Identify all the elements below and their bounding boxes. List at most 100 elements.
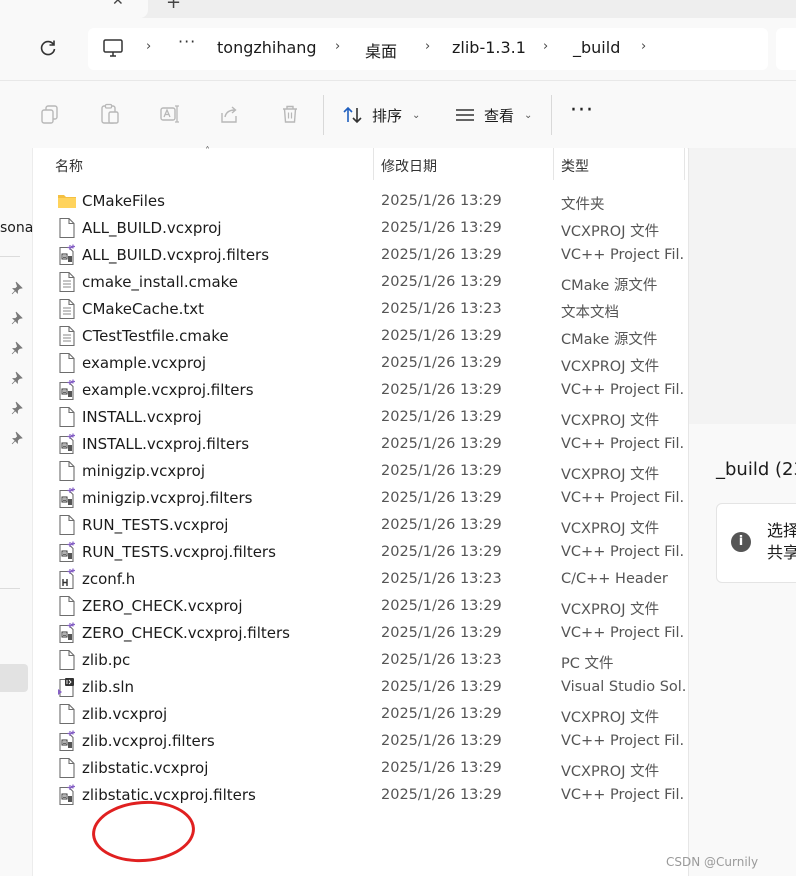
breadcrumb-separator-icon[interactable]: › xyxy=(543,39,548,54)
file-row[interactable]: example.vcxproj 2025/1/26 13:29 VCXPROJ 文件 xyxy=(33,350,687,377)
rename-icon[interactable] xyxy=(159,103,181,125)
file-icon xyxy=(57,352,77,374)
pin-icon[interactable] xyxy=(11,311,25,325)
file-icon-graphic xyxy=(59,406,75,428)
file-modified-date: 2025/1/26 13:23 xyxy=(381,652,502,668)
file-name[interactable]: CMakeCache.txt xyxy=(82,300,204,318)
file-row[interactable]: CMakeFiles 2025/1/26 13:29 文件夹 xyxy=(33,188,687,215)
breadcrumb-separator-icon[interactable]: › xyxy=(425,39,430,54)
file-row[interactable]: CTestTestfile.cmake 2025/1/26 13:29 CMake … xyxy=(33,323,687,350)
file-row[interactable]: ALL_BUILD.vcxproj 2025/1/26 13:29 VCXPROJ … xyxy=(33,215,687,242)
delete-icon[interactable] xyxy=(279,103,301,125)
file-name[interactable]: ZERO_CHECK.vcxproj xyxy=(82,597,243,615)
new-tab-icon[interactable]: + xyxy=(166,0,181,13)
vc-filters-icon-graphic xyxy=(59,379,75,401)
file-row[interactable]: CMakeCache.txt 2025/1/26 13:23 文本文档 xyxy=(33,296,687,323)
file-name[interactable]: ALL_BUILD.vcxproj xyxy=(82,219,222,237)
file-name[interactable]: zlib.vcxproj xyxy=(82,705,167,723)
file-name[interactable]: zlibstatic.vcxproj.filters xyxy=(82,786,256,804)
view-button[interactable]: 查看 ⌄ xyxy=(454,103,532,127)
file-type: VCXPROJ 文件 xyxy=(561,602,660,618)
file-row[interactable]: RUN_TESTS.vcxproj 2025/1/26 13:29 VCXPROJ … xyxy=(33,512,687,539)
file-name[interactable]: example.vcxproj.filters xyxy=(82,381,254,399)
file-row[interactable]: ZERO_CHECK.vcxproj 2025/1/26 13:29 VCXPROJ… xyxy=(33,593,687,620)
breadcrumb-user[interactable]: tongzhihang xyxy=(217,38,317,57)
file-row[interactable]: INSTALL.vcxproj 2025/1/26 13:29 VCXPROJ 文件 xyxy=(33,404,687,431)
file-name[interactable]: cmake_install.cmake xyxy=(82,273,238,291)
file-name[interactable]: RUN_TESTS.vcxproj xyxy=(82,516,228,534)
column-header-type[interactable]: 类型 xyxy=(561,156,589,176)
share-icon[interactable] xyxy=(219,103,241,125)
file-name[interactable]: ALL_BUILD.vcxproj.filters xyxy=(82,246,269,264)
file-row[interactable]: cmake_install.cmake 2025/1/26 13:29 CMake … xyxy=(33,269,687,296)
text-file-icon-graphic xyxy=(59,298,75,320)
breadcrumb-separator-icon[interactable]: › xyxy=(641,39,646,54)
details-pane: _build (23 i 选择 共享 xyxy=(688,148,796,876)
file-name[interactable]: example.vcxproj xyxy=(82,354,206,372)
breadcrumb-build[interactable]: _build xyxy=(573,38,620,57)
file-name[interactable]: minigzip.vcxproj.filters xyxy=(82,489,253,507)
file-name[interactable]: zlibstatic.vcxproj xyxy=(82,759,208,777)
file-type: VC++ Project Fil... xyxy=(561,382,685,398)
breadcrumb-separator-icon[interactable]: › xyxy=(146,39,151,54)
file-name[interactable]: ZERO_CHECK.vcxproj.filters xyxy=(82,624,290,642)
column-divider[interactable] xyxy=(553,148,554,180)
file-row[interactable]: ALL_BUILD.vcxproj.filters 2025/1/26 13:29… xyxy=(33,242,687,269)
active-tab[interactable]: ✕ xyxy=(0,0,148,18)
text-file-icon xyxy=(57,271,77,293)
file-list: ˄ 名称 修改日期 类型 CMakeFiles 2025/1/26 13:29 文件… xyxy=(33,146,687,876)
file-row[interactable]: RUN_TESTS.vcxproj.filters 2025/1/26 13:29… xyxy=(33,539,687,566)
column-divider[interactable] xyxy=(684,148,685,180)
nav-divider xyxy=(0,588,20,589)
pin-icon[interactable] xyxy=(11,431,25,445)
copy-icon[interactable] xyxy=(39,103,61,125)
pin-icon[interactable] xyxy=(11,401,25,415)
column-header-date[interactable]: 修改日期 xyxy=(381,156,437,176)
file-name[interactable]: RUN_TESTS.vcxproj.filters xyxy=(82,543,276,561)
file-row[interactable]: ZERO_CHECK.vcxproj.filters 2025/1/26 13:2… xyxy=(33,620,687,647)
vc-filters-icon-graphic xyxy=(59,433,75,455)
text-file-icon xyxy=(57,298,77,320)
file-name[interactable]: CTestTestfile.cmake xyxy=(82,327,229,345)
file-icon-graphic xyxy=(59,514,75,536)
file-row[interactable]: zlib.vcxproj 2025/1/26 13:29 VCXPROJ 文件 xyxy=(33,701,687,728)
file-row[interactable]: example.vcxproj.filters 2025/1/26 13:29 VC… xyxy=(33,377,687,404)
file-row[interactable]: zlibstatic.vcxproj 2025/1/26 13:29 VCXPROJ… xyxy=(33,755,687,782)
sort-button[interactable]: 排序 ⌄ xyxy=(342,103,420,127)
file-row[interactable]: minigzip.vcxproj.filters 2025/1/26 13:29 V… xyxy=(33,485,687,512)
column-header-name[interactable]: 名称 xyxy=(55,156,83,176)
file-name[interactable]: INSTALL.vcxproj.filters xyxy=(82,435,249,453)
file-name[interactable]: INSTALL.vcxproj xyxy=(82,408,202,426)
close-tab-icon[interactable]: ✕ xyxy=(112,0,124,9)
this-pc-icon[interactable] xyxy=(102,38,124,58)
breadcrumb-zlib[interactable]: zlib-1.3.1 xyxy=(452,38,526,57)
file-name[interactable]: CMakeFiles xyxy=(82,192,165,210)
file-row[interactable]: zlib.pc 2025/1/26 13:23 PC 文件 xyxy=(33,647,687,674)
more-options-button[interactable]: ··· xyxy=(570,100,594,122)
pin-icon[interactable] xyxy=(11,341,25,355)
pin-icon[interactable] xyxy=(11,281,25,295)
paste-icon[interactable] xyxy=(99,103,121,125)
file-name[interactable]: minigzip.vcxproj xyxy=(82,462,205,480)
pin-icon[interactable] xyxy=(11,371,25,385)
breadcrumb-desktop[interactable]: 桌面 xyxy=(365,38,397,62)
column-divider[interactable] xyxy=(373,148,374,180)
file-name[interactable]: zlib.vcxproj.filters xyxy=(82,732,215,750)
file-row[interactable]: zlib.sln 2025/1/26 13:29 Visual Studio Sol… xyxy=(33,674,687,701)
file-row[interactable]: zconf.h 2025/1/26 13:23 C/C++ Header xyxy=(33,566,687,593)
file-name[interactable]: zlib.pc xyxy=(82,651,130,669)
file-type: 文本文档 xyxy=(561,305,619,321)
file-row[interactable]: zlib.vcxproj.filters 2025/1/26 13:29 VC++ … xyxy=(33,728,687,755)
breadcrumb-separator-icon[interactable]: › xyxy=(335,39,340,54)
file-name[interactable]: zconf.h xyxy=(82,570,135,588)
file-name[interactable]: zlib.sln xyxy=(82,678,134,696)
file-row[interactable]: minigzip.vcxproj 2025/1/26 13:29 VCXPROJ 文… xyxy=(33,458,687,485)
refresh-icon[interactable] xyxy=(38,38,58,58)
nav-item-personal[interactable]: sona xyxy=(0,220,33,236)
search-box[interactable] xyxy=(776,28,796,70)
breadcrumb-overflow-button[interactable]: ··· xyxy=(178,32,196,51)
toolbar-divider xyxy=(551,95,552,135)
file-row[interactable]: INSTALL.vcxproj.filters 2025/1/26 13:29 VC… xyxy=(33,431,687,458)
nav-item-selected[interactable] xyxy=(0,664,28,692)
file-modified-date: 2025/1/26 13:29 xyxy=(381,706,502,722)
